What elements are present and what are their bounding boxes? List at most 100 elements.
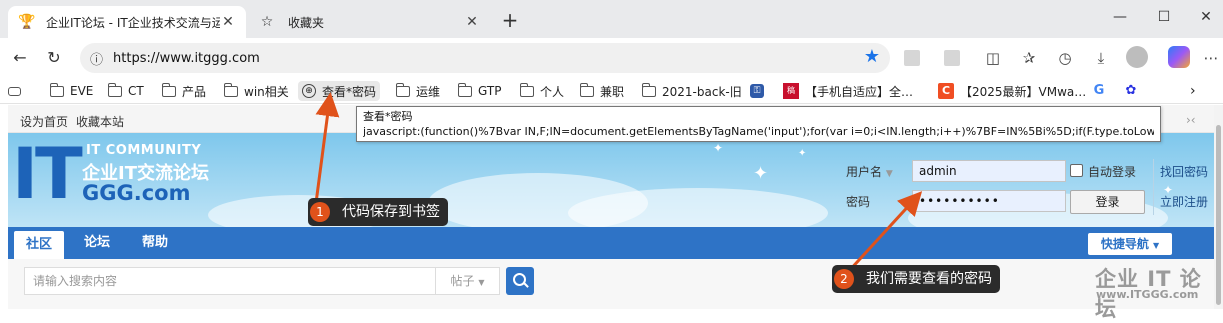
close-tab-icon[interactable]: ✕ [220,14,236,30]
more-bookmarks-chevron-icon[interactable]: › [1190,81,1196,101]
extension-icon[interactable] [904,50,920,66]
bookmark-parttime[interactable]: 兼职 [579,81,625,101]
username-input[interactable]: admin [912,160,1066,182]
register-link[interactable]: 立即注册 [1160,193,1208,210]
quick-nav-button[interactable]: 快捷导航 ▼ [1088,233,1172,255]
login-button[interactable]: 登录 [1070,190,1145,214]
tooltip-code: javascript:(function()%7Bvar IN,F;IN=doc… [363,125,1154,138]
download-icon[interactable]: ⤓ [1088,46,1114,70]
collapse-icon[interactable]: ›‹ [1186,113,1196,127]
search-type-label: 帖子 [450,274,475,288]
folder-icon [223,82,238,97]
extension-icon[interactable] [944,50,960,66]
password-input[interactable]: •••••••••• [912,190,1066,212]
star-decoration: ✦ [713,141,724,155]
favorite-star-icon[interactable]: ★ [864,46,880,67]
set-homepage-link[interactable]: 设为首页 [20,113,68,130]
bookmark-label: win相关 [244,84,289,99]
paw-icon: ✿ [1125,83,1137,98]
url-text: https://www.itggg.com [113,50,260,66]
search-area: 请输入搜索内容 帖子 ▼ [8,259,1214,309]
nav-community[interactable]: 社区 [14,231,64,259]
bookmark-label: 兼职 [600,84,625,99]
tab-favorites[interactable]: ☆ 收藏夹 ✕ [250,6,490,38]
address-bar[interactable]: ⓘ https://www.itggg.com ★ [80,43,890,73]
copilot-icon[interactable] [1168,46,1190,68]
bookmark-2021-back[interactable]: 2021-back-旧 [641,81,742,101]
callout-1-text: 代码保存到书签 [342,204,440,220]
search-button[interactable] [506,267,534,295]
trophy-favicon-icon: 🏆 [18,14,36,30]
logo-it-letters: IT [12,133,83,215]
watermark-url: www.ITGGG.com [1096,288,1199,301]
bookmark-label: EVE [70,84,94,98]
star-icon: ☆ [260,14,274,30]
site-info-icon[interactable]: ⓘ [90,49,103,68]
caret-down-icon: ▼ [1153,241,1160,250]
logo-community-text: IT COMMUNITY [86,143,202,158]
tooltip-title: 查看*密码 [363,110,413,123]
quick-nav-label: 快捷导航 [1100,237,1149,251]
red-site-icon: 稿 [783,83,799,99]
bookmark-win[interactable]: win相关 [223,81,289,101]
callout-2: 我们需要查看的密码 [832,265,1000,293]
folder-icon [161,82,176,97]
search-type-select[interactable]: 帖子 ▼ [436,267,500,295]
bookmark-view-password[interactable]: ⊕ 查看*密码 [298,81,381,101]
back-button[interactable]: ← [6,45,34,71]
bookmark-personal[interactable]: 个人 [519,81,565,101]
globe-icon: ⊕ [302,84,316,98]
bookmark-label: 2021-back-旧 [662,84,742,99]
bookmark-label: 查看*密码 [322,84,377,99]
bookmark-label: GTP [478,84,502,98]
bookmark-google[interactable]: G [1092,81,1112,101]
favorites-icon[interactable]: ✰ [1016,46,1042,70]
minimize-button[interactable]: — [1100,4,1140,30]
bookmarks-bar: EVE CT 产品 win相关 ⊕ 查看*密码 运维 GTP 个人 兼职 2021… [0,78,1223,104]
folder-icon [107,82,122,97]
bookmark-ops[interactable]: 运维 [395,81,441,101]
username-label: 用户名 ▼ [846,165,893,179]
bookmark-tooltip: 查看*密码 javascript:(function()%7Bvar IN,F;… [356,106,1161,142]
bookmark-mobile-adaptive[interactable]: 稿【手机自适应】全… [783,81,913,101]
bookmark-app[interactable]: ⚿ [750,81,770,101]
more-menu-icon[interactable]: ⋯ [1198,46,1223,70]
tab-itggg[interactable]: 🏆 企业IT论坛 - IT企业技术交流与运… ✕ [8,6,246,38]
bookmark-vmware[interactable]: C 【2025最新】VMwa… [938,81,1086,101]
nav-help[interactable]: 帮助 [130,227,180,259]
find-password-link[interactable]: 找回密码 [1160,163,1208,180]
history-icon[interactable]: ◷ [1052,46,1078,70]
bookmark-site-link[interactable]: 收藏本站 [76,113,124,130]
bookmark-ct[interactable]: CT [107,81,144,101]
site-nav: 社区 论坛 帮助 快捷导航 ▼ [8,227,1214,259]
bookmark-eve[interactable]: EVE [49,81,94,101]
bookmark-gtp[interactable]: GTP [457,81,502,101]
bookmarks-menu-icon[interactable] [8,81,27,101]
auto-login-checkbox[interactable] [1070,164,1083,177]
google-icon: G [1093,83,1105,98]
split-screen-icon[interactable]: ◫ [980,46,1006,70]
close-window-button[interactable]: ✕ [1186,4,1223,30]
tab-title: 收藏夹 [288,15,325,30]
auto-login-label: 自动登录 [1088,165,1137,179]
bookmark-label: 运维 [416,84,441,99]
site-header: ✦ ✦ ✦ ✦ IT IT COMMUNITY 企业IT交流论坛 GGG.com… [8,133,1214,227]
folder-icon [49,82,64,97]
bookmark-baidu[interactable]: ✿ [1124,81,1144,101]
bookmark-label: 【2025最新】VMwa… [960,84,1087,99]
bookmark-label: 产品 [182,84,207,99]
refresh-button[interactable]: ↻ [40,45,68,71]
new-tab-button[interactable]: + [498,8,522,32]
folder-icon [519,82,534,97]
folder-icon [641,82,656,97]
nav-forum[interactable]: 论坛 [72,227,122,259]
folder-icon [457,82,472,97]
bookmark-products[interactable]: 产品 [161,81,207,101]
folder-icon [579,82,594,97]
maximize-button[interactable]: ☐ [1144,4,1184,30]
close-tab-icon[interactable]: ✕ [464,14,480,30]
profile-avatar[interactable] [1126,46,1148,68]
password-label: 密码 [846,195,871,209]
bookmark-label: 个人 [540,84,565,99]
search-input[interactable]: 请输入搜索内容 [24,267,436,295]
